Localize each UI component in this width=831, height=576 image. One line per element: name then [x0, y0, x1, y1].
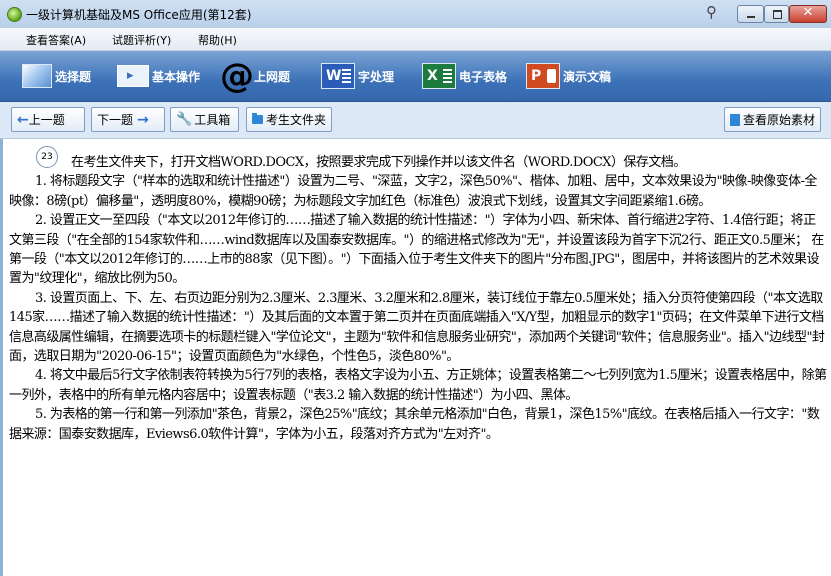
- window-title: 一级计算机基础及MS Office应用(第12套): [26, 8, 252, 22]
- tool-internet[interactable]: @ 上网题: [220, 56, 291, 96]
- excel-icon: X: [422, 63, 456, 89]
- question-step-5: 5. 为表格的第一行和第一列添加"茶色，背景2，深色25%"底纹；其余单元格添加…: [9, 407, 820, 442]
- view-original-material-button[interactable]: 查看原始素材: [724, 107, 821, 132]
- view-original-material-label: 查看原始素材: [742, 113, 815, 127]
- exam-toolbar: 选择题 基本操作 @ 上网题 W 字处理 X 电子表格 P 演示文稿: [0, 51, 831, 102]
- prev-question-label: 上一题: [28, 113, 65, 127]
- student-folder-label: 考生文件夹: [265, 113, 326, 127]
- tool-choice[interactable]: 选择题: [22, 61, 91, 91]
- minimize-button[interactable]: [737, 5, 764, 23]
- close-icon: ✕: [802, 5, 814, 20]
- word-icon: W: [321, 63, 355, 89]
- maximize-button[interactable]: [764, 5, 789, 23]
- tool-basic-ops[interactable]: 基本操作: [117, 61, 200, 91]
- select-icon: [22, 64, 52, 88]
- wrench-icon: 🔧: [176, 112, 193, 127]
- app-icon: [7, 7, 22, 22]
- tool-choice-label: 选择题: [55, 69, 92, 84]
- basic-ops-icon: [117, 65, 149, 87]
- question-step-2: 2. 设置正文一至四段（"本文以2012年修订的……描述了输入数据的统计性描述：…: [9, 213, 824, 287]
- close-button[interactable]: ✕: [789, 5, 827, 23]
- question-step-4: 4. 将文中最后5行文字依制表符转换为5行7列的表格，表格文字设为小五、方正姚体…: [9, 368, 827, 403]
- ppt-icon: P: [526, 63, 560, 89]
- menu-analysis[interactable]: 试题评析(Y): [112, 32, 171, 48]
- title-bar: 一级计算机基础及MS Office应用(第12套) ⚲ ✕: [0, 0, 831, 29]
- tool-word-label: 字处理: [358, 69, 395, 84]
- tool-ppt[interactable]: P 演示文稿: [526, 61, 611, 91]
- prev-question-button[interactable]: ← 上一题: [11, 107, 85, 132]
- folder-icon: [252, 113, 263, 124]
- at-icon: @: [220, 56, 254, 96]
- question-step-1: 1. 将标题段文字（"样本的选取和统计性描述"）设置为二号、"深蓝，文字2，深色…: [9, 174, 817, 209]
- toolbox-label: 工具箱: [194, 113, 231, 127]
- question-intro: 在考生文件夹下，打开文档WORD.DOCX，按照要求完成下列操作并以该文件名（W…: [71, 155, 686, 170]
- tool-excel-label: 电子表格: [459, 69, 508, 84]
- nav-bar: ← 上一题 下一题 → 🔧 工具箱 考生文件夹 查看原始素材: [0, 102, 831, 139]
- arrow-left-icon: ←: [17, 111, 29, 128]
- tool-basic-ops-label: 基本操作: [152, 69, 201, 84]
- tool-internet-label: 上网题: [254, 69, 291, 84]
- menu-bar: 查看答案(A) 试题评析(Y) 帮助(H): [0, 28, 831, 51]
- toolbox-button[interactable]: 🔧 工具箱: [170, 107, 239, 132]
- question-step-3: 3. 设置页面上、下、左、右页边距分别为2.3厘米、2.3厘米、3.2厘米和2.…: [9, 290, 825, 365]
- question-text: 在考生文件夹下，打开文档WORD.DOCX，按照要求完成下列操作并以该文件名（W…: [9, 153, 827, 444]
- pin-icon[interactable]: ⚲: [706, 3, 717, 21]
- document-icon: [730, 113, 740, 126]
- student-folder-button[interactable]: 考生文件夹: [246, 107, 332, 132]
- arrow-right-icon: →: [137, 111, 149, 128]
- next-question-label: 下一题: [97, 113, 134, 127]
- menu-help[interactable]: 帮助(H): [198, 32, 237, 48]
- question-panel: 23 在考生文件夹下，打开文档WORD.DOCX，按照要求完成下列操作并以该文件…: [0, 139, 831, 576]
- next-question-button[interactable]: 下一题 →: [91, 107, 165, 132]
- tool-ppt-label: 演示文稿: [563, 69, 612, 84]
- menu-view-answer[interactable]: 查看答案(A): [26, 32, 86, 48]
- tool-excel[interactable]: X 电子表格: [422, 61, 507, 91]
- tool-word[interactable]: W 字处理: [321, 61, 394, 91]
